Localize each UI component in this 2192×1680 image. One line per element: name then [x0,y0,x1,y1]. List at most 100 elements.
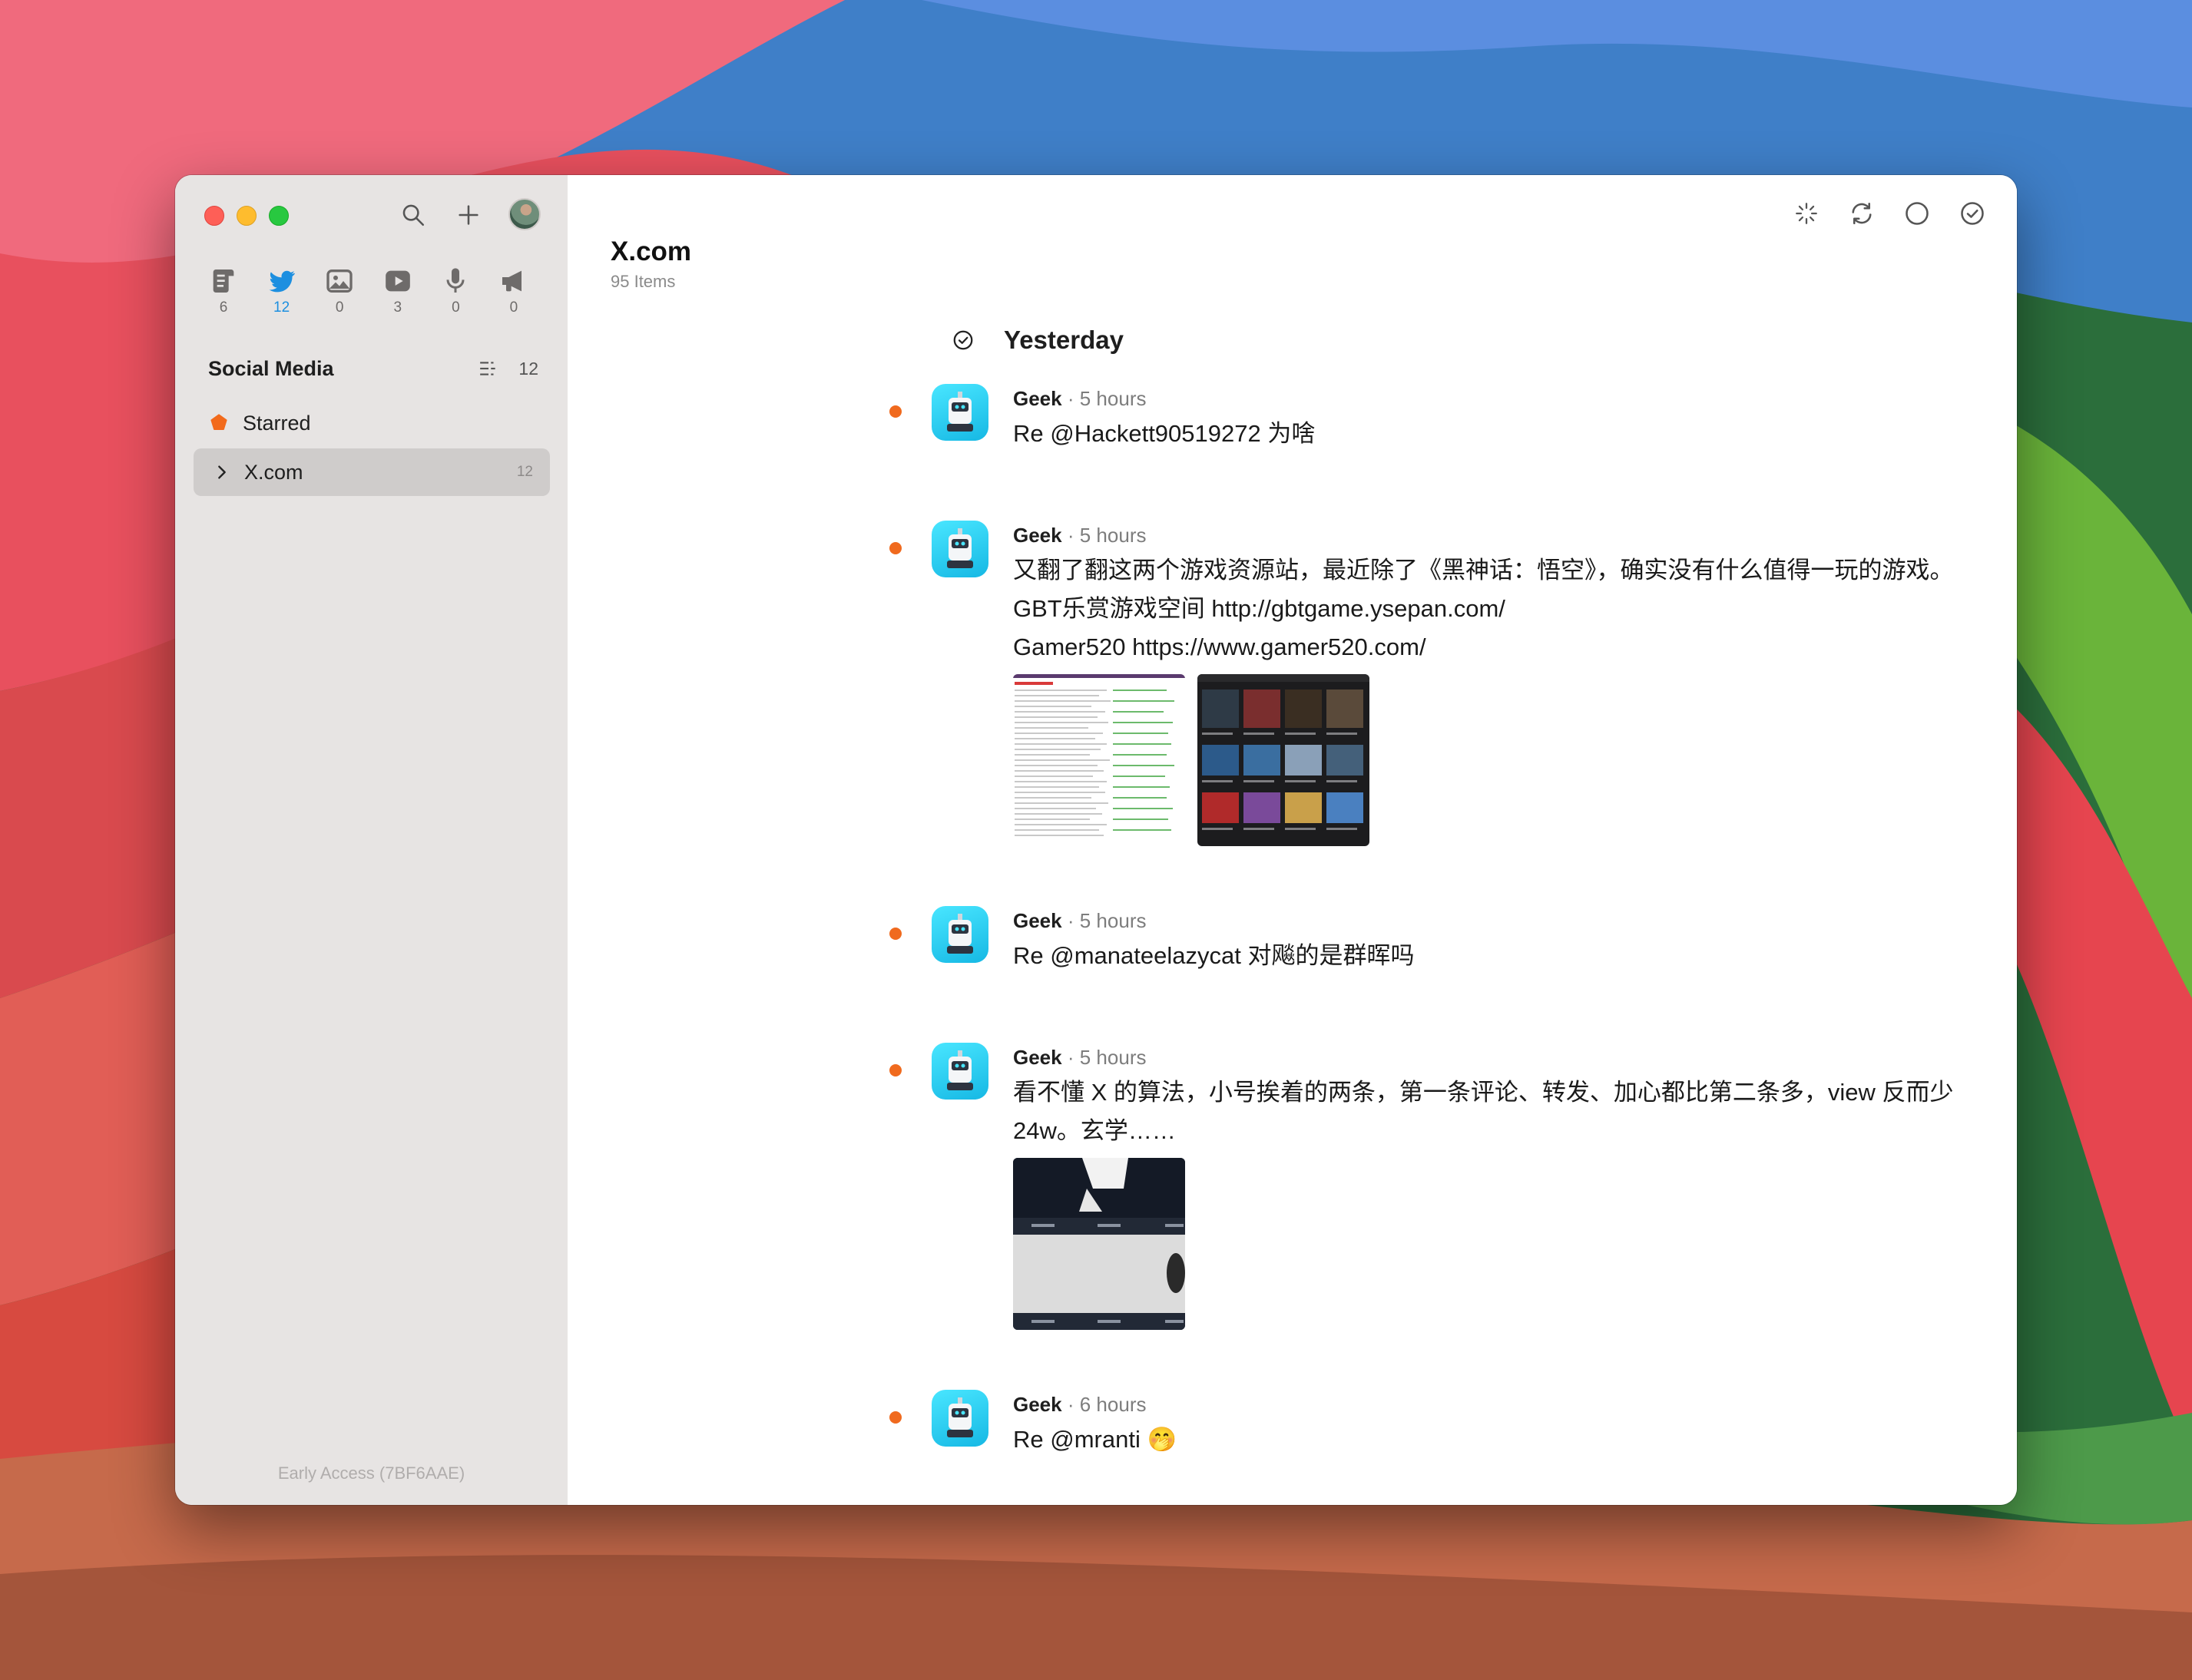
checkmark-circle-icon [1961,202,1984,225]
item-text: Re @Hackett90519272 为啥 [1013,415,1981,453]
page-title: X.com [611,236,692,266]
search-icon [402,204,425,227]
author: Geek [1013,524,1062,547]
item-count: 95 Items [611,272,676,291]
star-icon [210,414,227,430]
robot-icon [947,1397,973,1437]
type-twitter[interactable]: 12 [258,266,306,316]
item-content: Geek · 5 hours Re @Hackett90519272 为啥 [1013,385,1981,453]
content-type-filter: 6 12 0 3 0 0 [200,266,538,316]
twitter-icon [269,270,295,293]
app-avatar [932,1390,988,1447]
main-toolbar [1790,197,1989,230]
sidebar-item-xcom[interactable]: X.com 12 [194,448,550,496]
media-attachments [1013,674,1981,846]
type-podcasts[interactable]: 0 [432,266,479,316]
mark-unread-button[interactable] [1900,197,1934,230]
sidebar: 6 12 0 3 0 0 Social Media 12 Starred X.c… [175,175,568,1505]
microphone-icon [446,268,465,293]
item-text: 又翻了翻这两个游戏资源站，最近除了《黑神话：悟空》，确实没有什么值得一玩的游戏。… [1013,551,1981,666]
avatar[interactable] [508,198,541,230]
item-meta: Geek · 6 hours [1013,1391,1981,1417]
list-options-icon[interactable] [478,359,498,379]
section-count: 12 [518,358,538,379]
author: Geek [1013,1393,1062,1416]
item-meta: Geek · 5 hours [1013,908,1981,934]
mark-day-read-icon[interactable] [952,329,975,352]
type-announcements[interactable]: 0 [490,266,538,316]
item-meta: Geek · 5 hours [1013,522,1981,548]
timestamp: 5 hours [1079,1046,1147,1069]
article-icon [213,270,234,293]
summarize-button[interactable] [1790,197,1823,230]
sidebar-item-label: Starred [243,411,311,435]
screenshot-thumbnail [1013,1158,1185,1330]
app-avatar [932,521,988,577]
type-articles[interactable]: 6 [200,266,247,316]
attachment-image[interactable] [1013,674,1185,846]
day-label: Yesterday [1004,326,1124,354]
refresh-icon [1852,202,1872,225]
unread-dot [889,1064,902,1076]
text-line: 看不懂 X 的算法，小号挨着的两条，第一条评论、转发、加心都比第二条多，view… [1013,1079,1954,1106]
item-meta: Geek · 5 hours [1013,385,1981,412]
text-line: 又翻了翻这两个游戏资源站，最近除了《黑神话：悟空》，确实没有什么值得一玩的游戏。 [1013,557,1954,584]
screenshot-thumbnail [1013,674,1185,846]
item-text: 看不懂 X 的算法，小号挨着的两条，第一条评论、转发、加心都比第二条多，view… [1013,1073,1981,1150]
section-title: Social Media [208,356,334,380]
refresh-button[interactable] [1845,197,1879,230]
item-content: Geek · 6 hours Re @mranti 🤭 [1013,1391,1981,1459]
mark-all-read-button[interactable] [1955,197,1989,230]
close-window-button[interactable] [204,206,224,226]
item-text: Re @manateelazycat 对飚的是群晖吗 [1013,937,1981,975]
separator: · [1067,387,1074,410]
search-button[interactable] [396,198,430,232]
minimize-window-button[interactable] [237,206,257,226]
item-content: Geek · 5 hours 看不懂 X 的算法，小号挨着的两条，第一条评论、转… [1013,1044,1981,1330]
separator: · [1067,909,1074,932]
item-content: Geek · 5 hours 又翻了翻这两个游戏资源站，最近除了《黑神话：悟空》… [1013,522,1981,846]
text-line: Re @mranti 🤭 [1013,1426,1177,1453]
unread-dot [889,928,902,940]
item-text: Re @mranti 🤭 [1013,1420,1981,1459]
timestamp: 5 hours [1079,387,1147,410]
timestamp: 6 hours [1079,1393,1147,1416]
author: Geek [1013,387,1062,410]
text-line: Gamer520 https://www.gamer520.com/ [1013,633,1426,660]
robot-icon [947,528,973,568]
attachment-image[interactable] [1197,674,1369,846]
timestamp: 5 hours [1079,524,1147,547]
main-pane: X.com 95 Items Yesterday Geek · 5 hours … [568,175,2017,1505]
circle-icon [1906,202,1929,225]
app-avatar [932,1043,988,1100]
app-avatar [932,906,988,963]
photo-icon [326,270,353,293]
video-icon [385,270,410,292]
sidebar-item-starred[interactable]: Starred [194,399,550,447]
text-line: 24w。玄学…… [1013,1117,1176,1144]
build-version: Early Access (7BF6AAE) [277,1463,465,1483]
type-count: 6 [219,299,228,316]
app-window: 6 12 0 3 0 0 Social Media 12 Starred X.c… [175,175,2017,1505]
type-count: 12 [273,299,290,316]
text-line: GBT乐赏游戏空间 http://gbtgame.ysepan.com/ [1013,595,1505,622]
unread-dot [889,405,902,418]
item-content: Geek · 5 hours Re @manateelazycat 对飚的是群晖… [1013,908,1981,975]
megaphone-icon [502,270,522,292]
item-meta: Geek · 5 hours [1013,1044,1981,1070]
attachment-image[interactable] [1013,1158,1185,1330]
timestamp: 5 hours [1079,909,1147,932]
type-videos[interactable]: 3 [374,266,422,316]
type-count: 0 [452,299,460,316]
text-line: Re @manateelazycat 对飚的是群晖吗 [1013,942,1415,969]
chevron-right-icon[interactable] [214,464,230,481]
separator: · [1067,524,1074,547]
text-line: Re @Hackett90519272 为啥 [1013,420,1316,447]
type-count: 0 [509,299,518,316]
add-button[interactable] [452,198,485,232]
media-attachments [1013,1158,1981,1330]
window-controls [204,206,289,226]
type-photos[interactable]: 0 [316,266,363,316]
type-count: 3 [393,299,402,316]
zoom-window-button[interactable] [269,206,289,226]
